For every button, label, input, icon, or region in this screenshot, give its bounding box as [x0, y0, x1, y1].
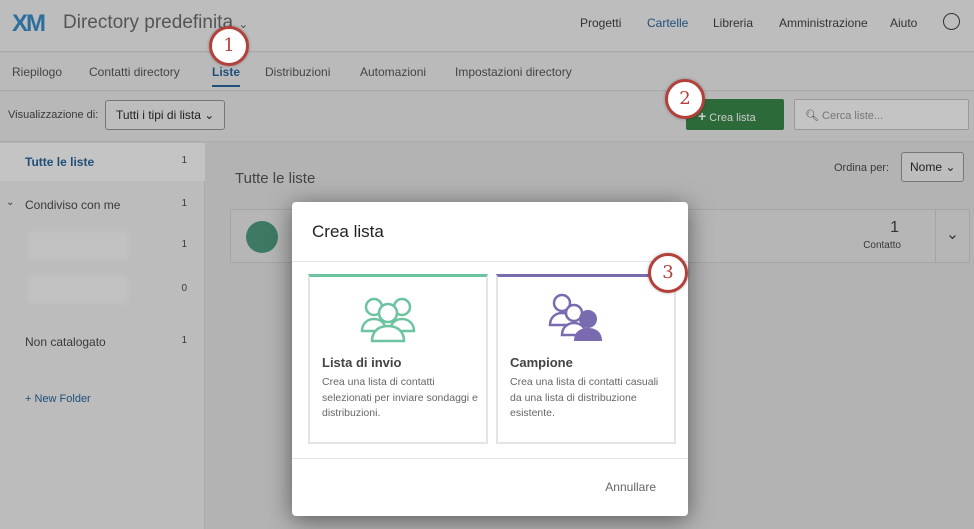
sidebar-item-hidden-1[interactable]: 1	[0, 227, 205, 265]
tab-automazioni[interactable]: Automazioni	[360, 65, 426, 79]
callout-2: 2	[665, 79, 705, 119]
count: 1	[181, 335, 187, 346]
nav-cartelle[interactable]: Cartelle	[647, 16, 688, 30]
list-contact-label: Contatto	[863, 240, 901, 251]
cancel-button[interactable]: Annullare	[605, 480, 656, 494]
count: 0	[181, 283, 187, 294]
callout-3: 3	[648, 253, 688, 293]
tab-bar: Riepilogo Contatti directory Liste Distr…	[0, 53, 974, 91]
divider	[292, 458, 688, 459]
row-expand-chevron-icon[interactable]: ⌄	[935, 210, 969, 262]
people-group-icon	[360, 297, 416, 343]
search-icon: 🔍︎	[805, 110, 819, 122]
callout-1: 1	[209, 26, 249, 66]
search-placeholder: Cerca liste...	[822, 110, 884, 122]
group-icon	[246, 221, 278, 253]
list-contact-count: 1	[890, 219, 899, 236]
list-type-value: Tutti i tipi di lista	[116, 108, 201, 122]
toolbar: Visualizzazione di: Tutti i tipi di list…	[0, 92, 974, 142]
tab-liste[interactable]: Liste	[212, 65, 241, 87]
new-folder-button[interactable]: + New Folder	[25, 393, 91, 405]
label: Tutte le liste	[25, 155, 95, 169]
main-title: Tutte le liste	[235, 170, 316, 187]
count: 1	[181, 239, 187, 250]
count: 1	[181, 198, 187, 209]
nav-libreria[interactable]: Libreria	[713, 16, 753, 30]
xm-logo[interactable]: XM	[12, 10, 46, 38]
user-account-icon[interactable]	[943, 13, 960, 30]
list-type-dropdown[interactable]: Tutti i tipi di lista ⌄	[105, 100, 226, 130]
card-description: Crea una lista di contatti selezionati p…	[322, 376, 478, 419]
count: 1	[181, 155, 187, 166]
sort-value: Nome	[910, 160, 943, 174]
nav-progetti[interactable]: Progetti	[580, 16, 621, 30]
directory-title: Directory predefinita	[63, 12, 234, 33]
sidebar-item-all-lists[interactable]: Tutte le liste 1	[0, 143, 205, 181]
card-distribution-list[interactable]: Lista di invio Crea una lista di contatt…	[308, 274, 488, 444]
card-sample[interactable]: Campione Crea una lista di contatti casu…	[496, 274, 676, 444]
top-bar: XM Directory predefinita ⌄ Progetti Cart…	[0, 0, 974, 52]
sidebar-item-shared[interactable]: ⌄ Condiviso con me 1	[0, 186, 205, 224]
view-label: Visualizzazione di:	[8, 109, 99, 121]
sidebar-item-uncategorized[interactable]: Non catalogato 1	[0, 323, 205, 361]
sidebar-item-hidden-2[interactable]: 0	[0, 271, 205, 309]
blurred-label	[28, 231, 128, 259]
divider	[292, 261, 688, 262]
card-description: Crea una lista di contatti casuali da un…	[510, 376, 659, 419]
blurred-label	[28, 275, 128, 303]
tab-riepilogo[interactable]: Riepilogo	[12, 65, 62, 79]
label: Condiviso con me	[25, 198, 121, 212]
tab-distribuzioni[interactable]: Distribuzioni	[265, 65, 330, 79]
search-lists-input[interactable]: 🔍︎ Cerca liste...	[794, 99, 969, 130]
chevron-down-icon: ⌄	[6, 197, 15, 208]
create-list-modal: Crea lista Lista di invio Crea una lista…	[292, 202, 688, 516]
nav-aiuto[interactable]: Aiuto	[890, 16, 917, 30]
label: Non catalogato	[25, 335, 106, 349]
card-title: Campione	[510, 355, 573, 370]
modal-title: Crea lista	[312, 222, 384, 241]
sort-dropdown[interactable]: Nome ⌄	[901, 152, 965, 182]
create-list-label: Crea lista	[709, 112, 756, 124]
sort-label: Ordina per:	[834, 162, 890, 174]
sidebar: Tutte le liste 1 ⌄ Condiviso con me 1 1 0 N…	[0, 143, 205, 529]
nav-amministrazione[interactable]: Amministrazione	[779, 16, 868, 30]
sample-people-icon	[548, 293, 602, 341]
tab-contatti-directory[interactable]: Contatti directory	[89, 65, 180, 79]
card-title: Lista di invio	[322, 355, 402, 370]
tab-impostazioni-directory[interactable]: Impostazioni directory	[455, 65, 572, 79]
